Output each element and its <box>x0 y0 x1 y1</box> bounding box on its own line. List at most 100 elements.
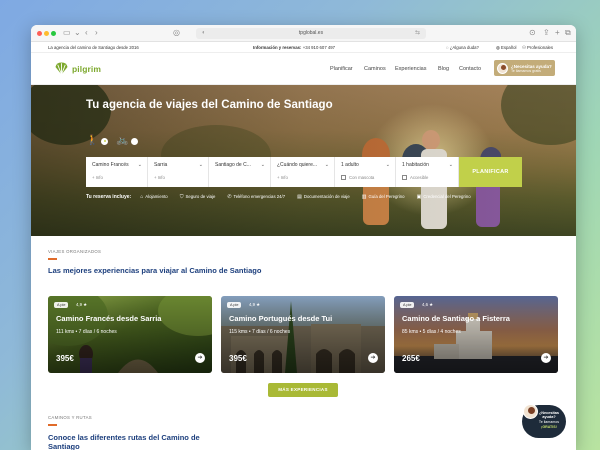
bicycle-icon: 🚲 <box>116 135 129 146</box>
phone-link[interactable]: +34 910 607 497 <box>303 45 335 50</box>
language-selector[interactable]: ◍ Español <box>496 45 516 51</box>
accessible-checkbox[interactable]: Accesible <box>402 175 453 180</box>
card-tag: A pie <box>54 302 69 308</box>
back-icon[interactable]: ‹ <box>85 28 88 38</box>
phone-icon: ✆ <box>227 194 232 200</box>
walk-radio[interactable] <box>101 137 108 145</box>
new-tab-icon[interactable]: + <box>555 28 560 38</box>
chevron-down-icon: ⌄ <box>137 162 142 168</box>
chevron-down-icon[interactable]: ⌄ <box>74 28 81 38</box>
experience-card[interactable]: A pie 4,9 ★ Camino Francés desde Sarria … <box>48 296 212 373</box>
professionals-label: Profesionales <box>527 45 554 50</box>
card-tag: A pie <box>227 302 242 308</box>
section-title-line: Santiago <box>48 442 80 450</box>
nav-caminos[interactable]: Caminos <box>364 66 386 72</box>
card-title: Camino de Santiago a Fisterra <box>402 314 510 323</box>
card-meta: 115 kms • 7 días / 6 noches <box>229 329 291 335</box>
translate-icon[interactable]: ⇆ <box>415 28 420 39</box>
document-icon: ▤ <box>297 194 302 200</box>
chevron-down-icon: ⌄ <box>385 162 390 168</box>
address-bar[interactable]: ◐ tpglobal.es ⇆ <box>196 28 426 39</box>
start-info-link[interactable]: + Info <box>154 175 203 180</box>
card-rating: 4,9 ★ <box>249 302 261 307</box>
logo[interactable]: pilgrim <box>54 61 101 76</box>
route-info-link[interactable]: + Info <box>92 175 142 180</box>
tabs-overview-icon[interactable]: ⧉ <box>565 28 571 38</box>
professionals-link[interactable]: ⚇ Profesionales <box>522 45 553 51</box>
agent-avatar <box>497 62 508 74</box>
card-title: Camino Francés desde Sarria <box>56 314 162 323</box>
walking-icon: 🚶 <box>86 135 99 146</box>
language-label: Español <box>500 45 517 50</box>
share-icon[interactable]: ⇪ <box>543 28 550 38</box>
top-info-bar: La agencia del camino de Santiago desde … <box>31 42 576 53</box>
include-item: ▤ Documentación de viaje <box>297 194 350 200</box>
chevron-down-icon: ⌄ <box>324 162 329 168</box>
book-icon: ▥ <box>361 194 367 200</box>
date-info-link[interactable]: + Info <box>277 175 329 180</box>
arrow-right-icon[interactable]: ➔ <box>541 353 551 363</box>
section-title: Conoce las diferentes rutas del Camino d… <box>48 433 200 450</box>
people-select[interactable]: 1 adulto ⌄ Con mascota <box>335 157 396 187</box>
experience-card[interactable]: A pie 4,9 ★ Camino Portugués desde Tui 1… <box>221 296 385 373</box>
section-accent-bar <box>48 424 57 426</box>
help-link-label: ¿Alguna duda? <box>449 45 479 50</box>
include-item-label: Teléfono emergencias 24/7 <box>233 194 286 199</box>
experience-card[interactable]: A pie 4,6 ★ Camino de Santiago a Fisterr… <box>394 296 558 373</box>
start-select[interactable]: Sarria ⌄ + Info <box>148 157 209 187</box>
card-tag: A pie <box>400 302 415 308</box>
plan-button[interactable]: PLANIFICAR <box>459 157 522 187</box>
browser-toolbar: ▭ ⌄ ‹ › ◐ tpglobal.es ⇆ ◎ ⊙ ⇪ + ⧉ <box>31 25 576 42</box>
checkbox-icon <box>402 175 407 180</box>
main-navigation: pilgrim Planificar Caminos Experiencias … <box>31 53 576 85</box>
end-select[interactable]: Santiago de C... ⌄ <box>209 157 271 187</box>
card-price: 395€ <box>229 354 247 363</box>
minimize-window-button[interactable] <box>44 31 49 36</box>
rooms-value: 1 habitación <box>402 162 429 168</box>
chevron-down-icon: ⌄ <box>198 162 203 168</box>
bed-icon: ⌂ <box>140 194 144 200</box>
url-text: tpglobal.es <box>298 30 324 36</box>
chat-callback-widget[interactable]: ¿Necesitas ayuda? Te llamamos ¡GRATIS! <box>522 404 566 438</box>
include-item-label: Alojamiento <box>145 194 168 199</box>
trip-search-form: Camino Francés ⌄ + Info Sarria ⌄ + Info … <box>86 157 522 187</box>
shield-icon: ◐ <box>202 30 206 36</box>
privacy-icon[interactable]: ◎ <box>173 28 180 38</box>
logo-text: pilgrim <box>72 63 102 74</box>
nav-experiencias[interactable]: Experiencias <box>395 66 427 72</box>
sidebar-toggle-icon[interactable]: ▭ <box>63 28 71 38</box>
download-icon[interactable]: ⊙ <box>529 28 536 38</box>
section-title-line: Conoce las diferentes rutas del Camino d… <box>48 433 200 442</box>
include-item-label: Documentación de viaje <box>303 194 350 199</box>
close-window-button[interactable] <box>37 31 42 36</box>
bike-radio[interactable] <box>131 137 138 145</box>
nav-contacto[interactable]: Contacto <box>459 66 481 72</box>
route-select[interactable]: Camino Francés ⌄ + Info <box>86 157 148 187</box>
more-experiences-button[interactable]: MÁS EXPERIENCIAS <box>268 383 338 397</box>
chat-title: ¿Necesitas ayuda? <box>538 411 560 420</box>
card-meta: 85 kms • 5 días / 4 noches <box>402 329 461 335</box>
include-item: ⌂ Alojamiento <box>140 194 167 200</box>
contact-info: Información y reservas: +34 910 607 497 <box>253 45 335 50</box>
help-link[interactable]: ◌ ¿Alguna duda? <box>446 45 479 50</box>
nav-blog[interactable]: Blog <box>438 66 449 72</box>
arrow-right-icon[interactable]: ➔ <box>368 353 378 363</box>
section-overline: VIAJES ORGANIZADOS <box>48 249 102 254</box>
rooms-select[interactable]: 1 habitación ⌄ Accesible <box>396 157 459 187</box>
include-item-label: Credencial del Peregrino <box>423 194 471 199</box>
pet-checkbox[interactable]: Con mascota <box>341 175 390 180</box>
section-overline: CAMINOS Y RUTAS <box>48 415 92 420</box>
arrow-right-icon[interactable]: ➔ <box>195 353 205 363</box>
include-item: ▥ Guía del Peregrino <box>362 194 405 200</box>
route-value: Camino Francés <box>92 162 129 168</box>
callback-help-button[interactable]: ¿Necesitas ayuda? Te llamamos gratis <box>494 60 555 76</box>
card-price: 395€ <box>56 354 74 363</box>
forward-icon[interactable]: › <box>95 28 98 38</box>
nav-planificar[interactable]: Planificar <box>330 66 353 72</box>
browser-window: ▭ ⌄ ‹ › ◐ tpglobal.es ⇆ ◎ ⊙ ⇪ + ⧉ La age… <box>31 25 576 450</box>
date-select[interactable]: ¿Cuándo quiere... ⌄ + Info <box>271 157 335 187</box>
include-item-label: Seguro de viaje <box>185 194 216 199</box>
hero-title: Tu agencia de viajes del Camino de Santi… <box>86 99 333 111</box>
maximize-window-button[interactable] <box>51 31 56 36</box>
include-item-label: Guía del Peregrino <box>368 194 405 199</box>
